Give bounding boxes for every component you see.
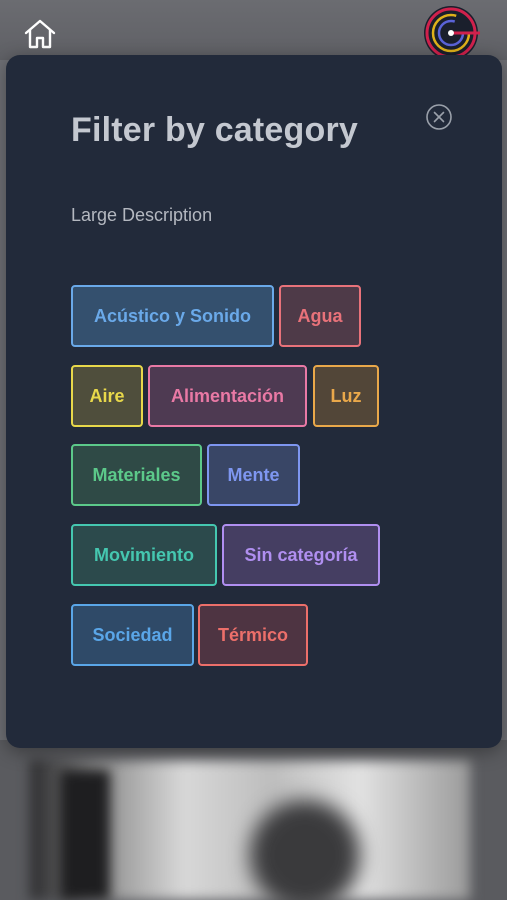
category-chip-t-rmico[interactable]: Térmico bbox=[198, 604, 308, 666]
category-chip-alimentaci-n[interactable]: Alimentación bbox=[148, 365, 307, 427]
modal-title: Filter by category bbox=[71, 111, 359, 149]
close-icon bbox=[426, 104, 452, 130]
background-image bbox=[0, 740, 507, 900]
logo-icon bbox=[424, 6, 480, 60]
close-button[interactable] bbox=[425, 103, 453, 131]
category-chip-luz[interactable]: Luz bbox=[313, 365, 379, 427]
category-chip-mente[interactable]: Mente bbox=[207, 444, 300, 506]
category-chip-aire[interactable]: Aire bbox=[71, 365, 143, 427]
category-chip-ac-stico-y-sonido[interactable]: Acústico y Sonido bbox=[71, 285, 274, 347]
filter-modal: Filter by category Large Description Acú… bbox=[6, 55, 502, 748]
category-chip-movimiento[interactable]: Movimiento bbox=[71, 524, 217, 586]
home-button[interactable] bbox=[22, 16, 58, 52]
category-chip-agua[interactable]: Agua bbox=[279, 285, 361, 347]
home-icon bbox=[24, 19, 56, 49]
app-logo[interactable] bbox=[420, 4, 482, 62]
category-chip-materiales[interactable]: Materiales bbox=[71, 444, 202, 506]
modal-subtitle: Large Description bbox=[71, 205, 213, 225]
category-chip-sin-categor-a[interactable]: Sin categoría bbox=[222, 524, 380, 586]
category-chip-sociedad[interactable]: Sociedad bbox=[71, 604, 194, 666]
